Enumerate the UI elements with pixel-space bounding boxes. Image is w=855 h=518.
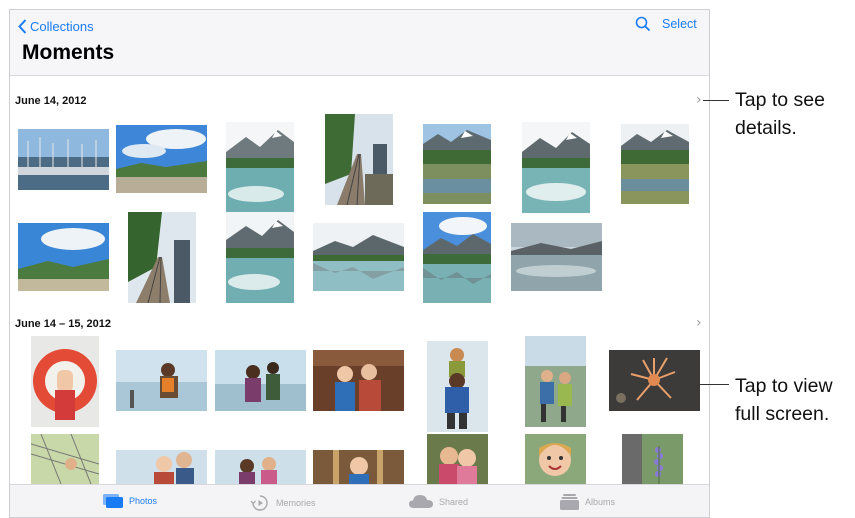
photo-thumbnail[interactable] xyxy=(18,129,109,190)
photo-thumbnail[interactable] xyxy=(128,212,196,303)
navigation-bar: Collections Select Moments xyxy=(10,10,709,76)
photo-thumbnail[interactable] xyxy=(31,336,99,427)
photo-thumbnail[interactable] xyxy=(427,341,488,432)
cloud-icon xyxy=(409,495,433,508)
tab-photos-label: Photos xyxy=(129,496,158,506)
photo-thumbnail[interactable] xyxy=(423,212,491,303)
photo-thumbnail[interactable] xyxy=(525,336,586,427)
photo-thumbnail[interactable] xyxy=(116,450,207,484)
photo-thumbnail[interactable] xyxy=(609,350,700,411)
moment-date-header[interactable]: June 14, 2012 xyxy=(15,95,87,107)
moment-details-chevron-icon[interactable]: › xyxy=(696,92,702,108)
tab-bar: Photos Memories Shared Albums xyxy=(10,484,709,517)
photo-thumbnail[interactable] xyxy=(525,434,586,484)
photo-thumbnail[interactable] xyxy=(522,122,590,213)
photo-thumbnail[interactable] xyxy=(226,122,294,213)
photo-thumbnail[interactable] xyxy=(31,434,99,484)
ipad-screen: Collections Select Moments June 14, 2012… xyxy=(9,9,710,518)
photo-thumbnail[interactable] xyxy=(116,125,207,193)
tab-albums[interactable]: Albums xyxy=(560,494,615,510)
callout-line-fullscreen xyxy=(699,384,729,385)
page-title: Moments xyxy=(22,41,115,64)
albums-icon xyxy=(560,494,579,510)
photo-thumbnail[interactable] xyxy=(313,350,404,411)
tab-shared-label: Shared xyxy=(439,496,469,507)
tab-memories[interactable]: Memories xyxy=(250,494,316,512)
photo-thumbnail[interactable] xyxy=(622,434,683,484)
back-button[interactable]: Collections xyxy=(18,16,94,36)
back-button-label: Collections xyxy=(30,18,94,34)
tab-memories-label: Memories xyxy=(276,498,316,508)
moment-date-header[interactable]: June 14 – 15, 2012 xyxy=(15,318,111,330)
photo-thumbnail[interactable] xyxy=(423,124,491,204)
photo-thumbnail[interactable] xyxy=(18,223,109,291)
callout-fullscreen: Tap to view full screen. xyxy=(735,375,833,425)
photo-thumbnail[interactable] xyxy=(313,450,404,484)
photo-thumbnail[interactable] xyxy=(511,223,602,291)
photo-thumbnail[interactable] xyxy=(226,212,294,303)
tab-photos[interactable]: Photos xyxy=(103,494,157,508)
search-icon[interactable] xyxy=(635,16,651,32)
photos-icon xyxy=(103,494,123,508)
tab-shared[interactable]: Shared xyxy=(409,494,468,509)
photo-thumbnail[interactable] xyxy=(621,124,689,204)
callout-line-details xyxy=(703,100,729,101)
moment-details-chevron-icon[interactable]: › xyxy=(696,315,702,331)
chevron-left-icon xyxy=(18,18,27,34)
photo-thumbnail[interactable] xyxy=(116,350,207,411)
select-button[interactable]: Select xyxy=(662,17,697,31)
photo-thumbnail[interactable] xyxy=(215,350,306,411)
tab-albums-label: Albums xyxy=(585,497,616,507)
memories-icon xyxy=(250,495,268,511)
photo-thumbnail[interactable] xyxy=(427,434,488,484)
callout-details: Tap to see details. xyxy=(735,89,825,139)
photo-thumbnail[interactable] xyxy=(313,223,404,291)
photo-thumbnail[interactable] xyxy=(325,114,393,205)
photo-thumbnail[interactable] xyxy=(215,450,306,484)
